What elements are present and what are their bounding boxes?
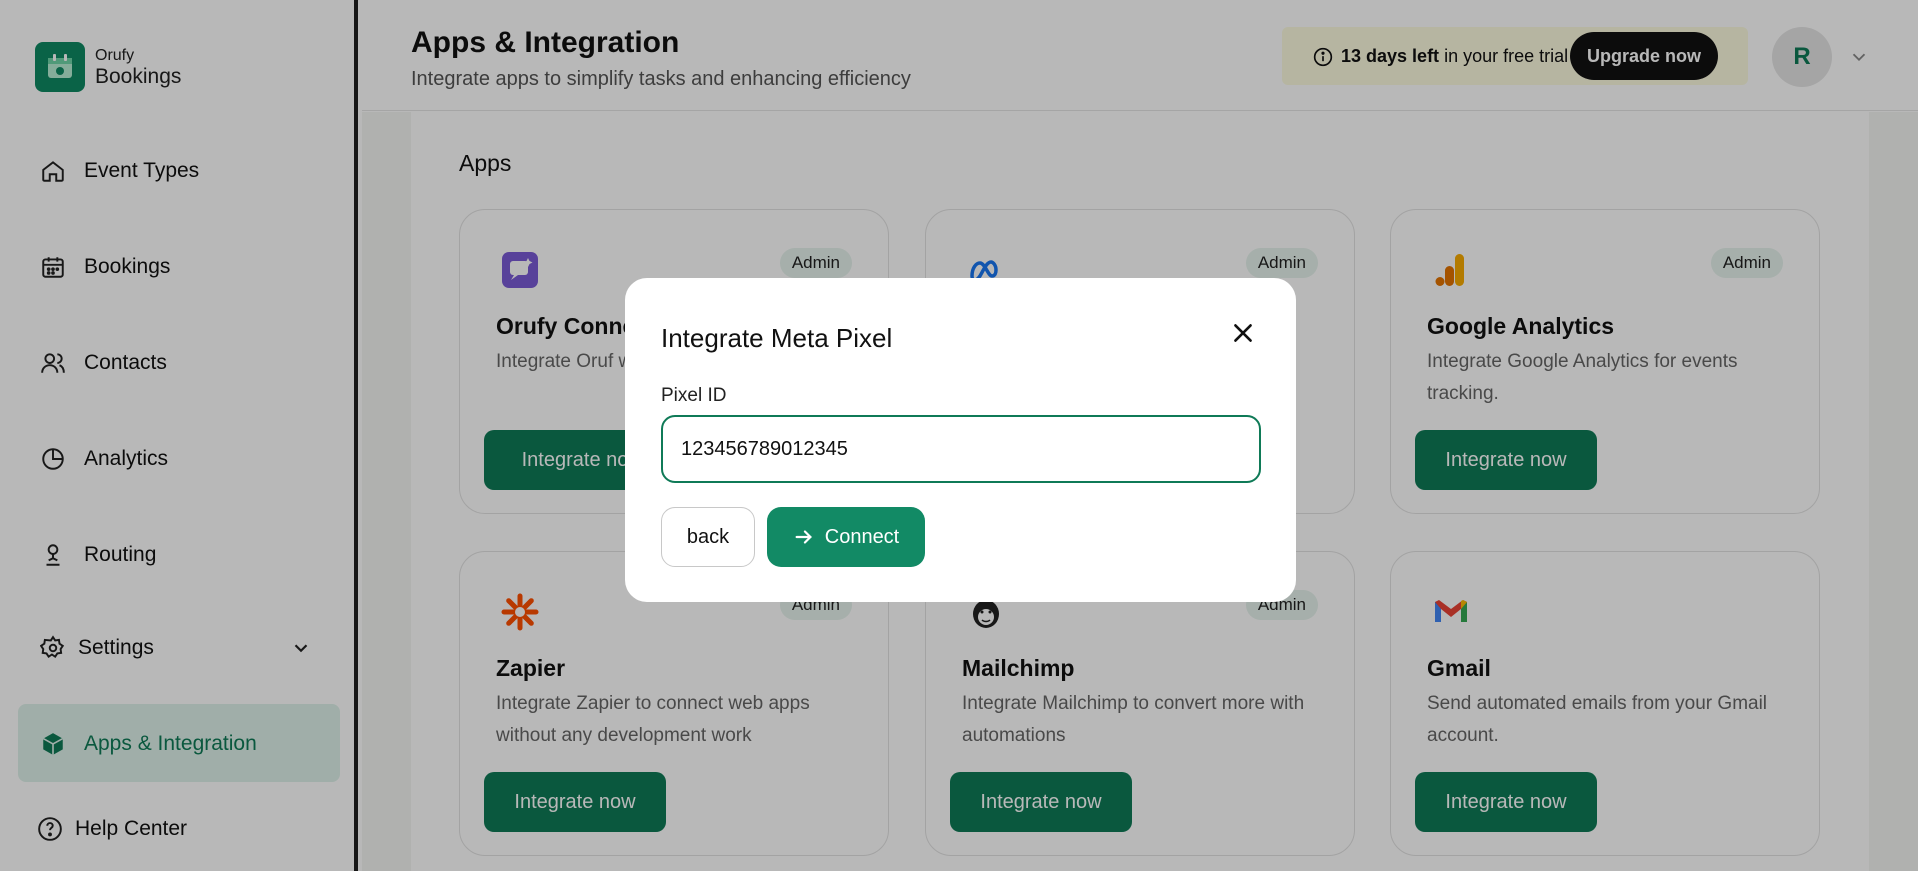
integrate-meta-pixel-modal: Integrate Meta Pixel Pixel ID back Conne… <box>625 278 1296 602</box>
pixel-id-label: Pixel ID <box>661 385 727 406</box>
connect-label: Connect <box>824 525 900 548</box>
pixel-id-input[interactable] <box>661 415 1261 483</box>
back-button[interactable]: back <box>661 507 755 567</box>
modal-title: Integrate Meta Pixel <box>661 323 893 353</box>
arrow-right-icon <box>795 530 812 544</box>
close-icon[interactable] <box>1230 320 1256 346</box>
connect-button[interactable]: Connect <box>767 507 925 567</box>
